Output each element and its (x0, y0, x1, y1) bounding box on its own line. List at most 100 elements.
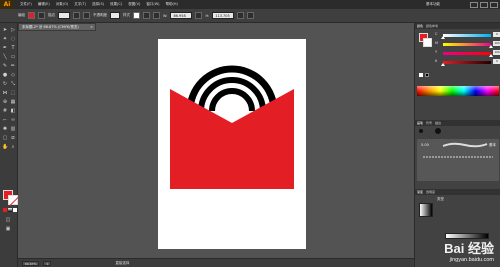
black-swatch[interactable] (425, 73, 429, 77)
magenta-slider[interactable] (443, 43, 493, 48)
tab-brushes[interactable]: 画笔 (417, 121, 423, 125)
stroke-label[interactable]: 描边 (48, 13, 55, 18)
opacity-label[interactable]: 不透明度 (93, 13, 107, 18)
type-tool-icon[interactable]: T (10, 45, 16, 51)
mesh-tool-icon[interactable]: # (2, 108, 8, 114)
yellow-value[interactable]: 100 (493, 50, 500, 55)
brush-definition-dropdown[interactable] (73, 12, 80, 19)
pencil-tool-icon[interactable]: ✏ (10, 63, 16, 69)
color-spectrum[interactable] (417, 86, 499, 96)
isolate-group-icon[interactable] (237, 12, 245, 19)
tab-transparency[interactable]: 透明度 (426, 190, 435, 194)
menu-file[interactable]: 文件(F) (20, 2, 32, 7)
black-slider[interactable] (441, 61, 491, 66)
paintbrush-tool-icon[interactable]: ✎ (2, 63, 8, 69)
menu-help[interactable]: 帮助(H) (166, 2, 178, 7)
tab-color-guide[interactable]: 颜色参考 (426, 24, 438, 28)
white-swatch[interactable] (419, 73, 423, 77)
maximize-button[interactable] (480, 1, 488, 8)
brush-dot-small[interactable] (419, 129, 423, 133)
tab-stroke[interactable]: 描边 (435, 121, 441, 125)
tab-color[interactable]: 颜色 (417, 24, 423, 28)
artboard-tool-icon[interactable]: ▢ (2, 135, 8, 141)
zoom-field[interactable]: 66.67% (22, 260, 40, 266)
height-field[interactable]: 113.705 (212, 12, 235, 19)
tab-gradient[interactable]: 渐变 (417, 190, 423, 194)
zoom-tool-icon[interactable]: ⌕ (10, 144, 16, 150)
selection-tool-icon[interactable]: ➤ (2, 27, 8, 33)
fill-color-dropdown[interactable] (28, 12, 35, 19)
panel-stroke-swatch[interactable] (423, 38, 432, 47)
menu-window[interactable]: 窗口(W) (146, 2, 159, 7)
width-tool-icon[interactable]: ⋈ (2, 90, 8, 96)
cyan-slider[interactable] (441, 34, 491, 39)
brush-stroke-preview[interactable] (441, 141, 489, 149)
menu-edit[interactable]: 编辑(E) (38, 2, 50, 7)
menu-effect[interactable]: 效果(C) (110, 2, 122, 7)
pen-tool-icon[interactable]: ✒ (2, 45, 8, 51)
red-envelope-shape[interactable] (170, 89, 294, 189)
eraser-tool-icon[interactable]: ◇ (10, 72, 16, 78)
stroke-weight-field[interactable] (58, 12, 70, 19)
black-slider-thumb[interactable] (441, 63, 445, 66)
perspective-grid-tool-icon[interactable]: ▦ (10, 99, 16, 105)
screen-mode-icon[interactable]: ▣ (5, 226, 11, 232)
eyedropper-tool-icon[interactable]: ⌐ (2, 117, 8, 123)
document-tab[interactable]: 未标题-2* @ 66.67% (CMYK/预览) × (18, 23, 96, 31)
magic-wand-tool-icon[interactable]: ✦ (2, 36, 8, 42)
scale-tool-icon[interactable]: ⤡ (10, 81, 16, 87)
color-mode-button[interactable] (3, 208, 7, 212)
artboard-nav-field[interactable]: 1 (43, 260, 52, 266)
align-icon[interactable] (143, 12, 150, 19)
graphic-style-dropdown[interactable] (83, 12, 90, 19)
rotate-tool-icon[interactable]: ↻ (2, 81, 8, 87)
line-tool-icon[interactable]: ╲ (2, 54, 8, 60)
menu-select[interactable]: 选择(S) (92, 2, 104, 7)
cyan-slider-thumb[interactable] (441, 36, 445, 39)
cyan-value[interactable]: 0 (493, 32, 500, 37)
shape-builder-tool-icon[interactable]: ⊕ (2, 99, 8, 105)
direct-selection-tool-icon[interactable]: ▷ (10, 27, 16, 33)
close-window-button[interactable] (490, 1, 498, 8)
black-value[interactable]: 0 (493, 59, 500, 64)
symbol-sprayer-tool-icon[interactable]: ✺ (2, 126, 8, 132)
tab-symbols[interactable]: 符号 (426, 121, 432, 125)
lasso-tool-icon[interactable]: ◌ (10, 36, 16, 42)
workspace-switcher[interactable]: 基本功能 (426, 2, 440, 7)
drawing-mode-icon[interactable]: ◫ (5, 217, 11, 223)
free-transform-tool-icon[interactable]: ⬚ (10, 90, 16, 96)
magenta-value[interactable]: 100 (493, 41, 500, 46)
menu-view[interactable]: 视图(V) (128, 2, 140, 7)
transform-icon[interactable] (153, 12, 160, 19)
brush-dashed-preview[interactable] (421, 153, 495, 161)
blend-tool-icon[interactable]: ∞ (10, 117, 16, 123)
gradient-mode-button[interactable] (8, 208, 12, 212)
minimize-button[interactable] (470, 1, 478, 8)
canvas-area[interactable] (18, 31, 414, 257)
rectangle-tool-icon[interactable]: ▭ (10, 54, 16, 60)
gradient-tool-icon[interactable]: ◧ (10, 108, 16, 114)
none-mode-button[interactable] (13, 208, 17, 212)
stroke-color-swatch[interactable] (8, 195, 18, 205)
stroke-color-dropdown[interactable] (38, 12, 45, 19)
gradient-swatch[interactable] (419, 203, 433, 217)
blob-brush-tool-icon[interactable]: ● (2, 72, 8, 78)
yellow-slider[interactable] (443, 52, 493, 57)
style-label[interactable]: 样式 (123, 13, 130, 18)
menu-object[interactable]: 对象(O) (56, 2, 69, 7)
link-proportions-icon[interactable] (195, 12, 203, 19)
menu-type[interactable]: 文字(T) (74, 2, 86, 7)
signal-arc-inner[interactable] (209, 88, 255, 112)
column-graph-tool-icon[interactable]: ▥ (10, 126, 16, 132)
document-close-icon[interactable]: × (90, 24, 93, 30)
width-field[interactable]: 86.958 (170, 12, 193, 19)
style-swatch[interactable] (133, 12, 140, 19)
brush-list[interactable]: 5.00 基本 (417, 139, 499, 181)
artboard[interactable] (158, 39, 306, 249)
current-tool-status[interactable]: 直接选择 (115, 261, 129, 266)
hand-tool-icon[interactable]: ✋ (2, 144, 8, 150)
arrange-documents-icon[interactable] (247, 12, 255, 19)
slice-tool-icon[interactable]: ⧄ (10, 135, 16, 141)
opacity-field[interactable] (110, 12, 120, 19)
brush-dot-large[interactable] (435, 128, 441, 134)
